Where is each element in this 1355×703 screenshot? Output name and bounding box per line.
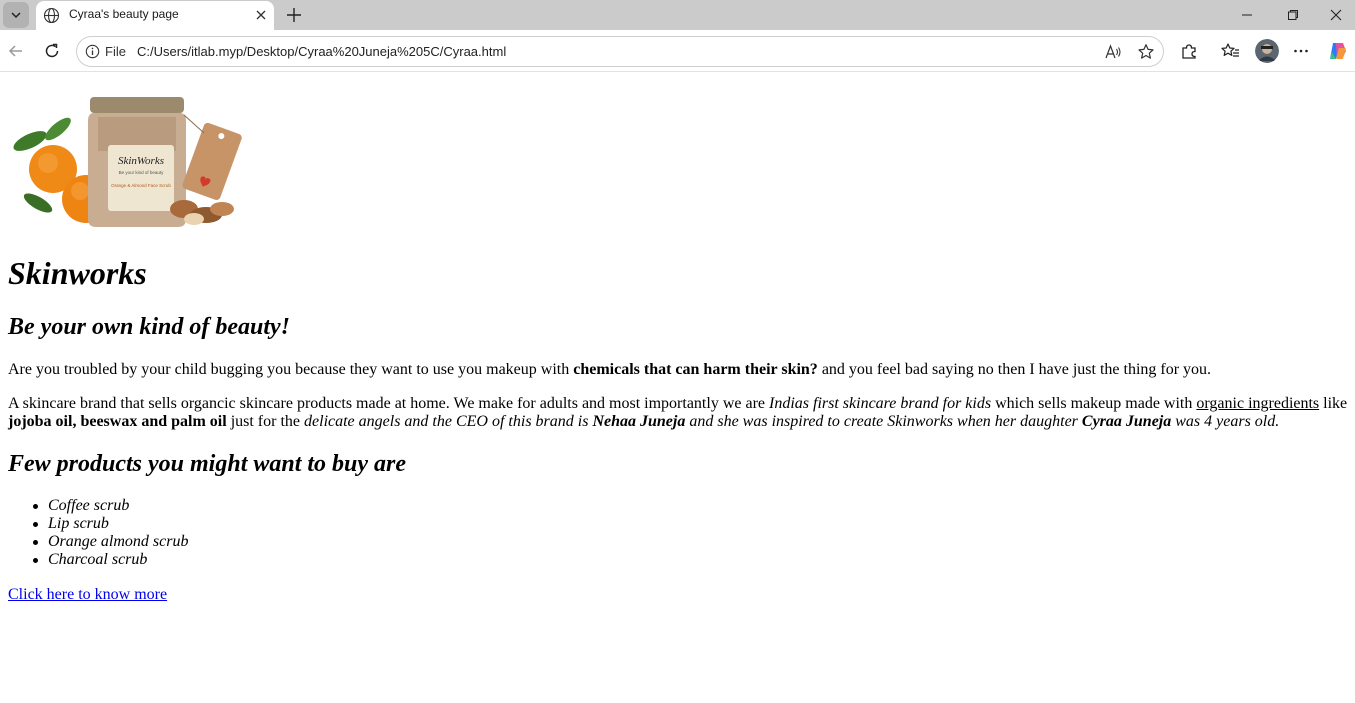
more-menu-button[interactable] [1290, 40, 1312, 62]
intro-paragraph: Are you troubled by your child bugging y… [8, 361, 1353, 379]
back-button[interactable] [5, 40, 27, 62]
favorites-icon [1221, 43, 1239, 57]
about-italic-4: was 4 years old. [1171, 413, 1280, 430]
minimize-icon [1242, 14, 1252, 16]
about-italic-2: delicate angels and the CEO of this bran… [304, 413, 593, 430]
copilot-button[interactable] [1327, 40, 1349, 62]
tab-title: Cyraa's beauty page [69, 7, 179, 21]
about-underline: organic ingredients [1196, 395, 1320, 412]
address-scheme-label: File [105, 44, 126, 59]
about-text-2: which sells makeup made with [991, 395, 1197, 412]
active-tab[interactable]: Cyraa's beauty page [36, 1, 274, 30]
jar-brand-label: SkinWorks [118, 155, 164, 167]
avatar-icon [1255, 39, 1279, 63]
puzzle-icon [1182, 44, 1196, 59]
close-tab-icon[interactable] [253, 7, 269, 23]
chevron-down-icon [11, 12, 21, 19]
about-italic-3: and she was inspired to create Skinworks… [685, 413, 1082, 430]
list-item: Coffee scrub [32, 497, 188, 515]
about-paragraph: A skincare brand that sells organcic ski… [8, 395, 1353, 431]
products-list: Coffee scrub Lip scrub Orange almond scr… [32, 497, 189, 569]
intro-bold-text: chemicals that can harm their skin? [573, 361, 818, 378]
list-item: Orange almond scrub [32, 533, 189, 550]
globe-icon [43, 7, 60, 24]
about-text-3: like [1319, 395, 1348, 412]
list-item: Charcoal scrub [32, 551, 188, 569]
intro-text-1: Are you troubled by your child bugging y… [8, 361, 574, 378]
new-tab-icon[interactable] [284, 5, 304, 25]
about-bold-ingredients: jojoba oil, beeswax and palm oil [8, 413, 227, 430]
page-content: SkinWorks Be your kind of beauty Orange … [0, 73, 1355, 703]
more-dots-icon [1294, 49, 1308, 53]
address-bar[interactable]: File C:/Users/itlab.myp/Desktop/Cyraa%20… [76, 36, 1164, 67]
address-url[interactable]: C:/Users/itlab.myp/Desktop/Cyraa%20Junej… [137, 44, 506, 59]
know-more-link[interactable]: Click here to know more [8, 586, 167, 604]
tagline-heading: Be your own kind of beauty! [8, 314, 291, 340]
profile-avatar[interactable] [1255, 39, 1279, 63]
restore-button[interactable] [1270, 0, 1316, 30]
reload-icon [45, 43, 59, 58]
minimize-button[interactable] [1224, 0, 1270, 30]
about-text-4: just for the [226, 413, 305, 430]
intro-text-2: and you feel bad saying no then I have j… [817, 361, 1212, 378]
favorites-button[interactable] [1219, 40, 1241, 62]
jar-product-label: Orange & Almond Face Scrub [111, 183, 171, 188]
product-image: SkinWorks Be your kind of beauty Orange … [13, 97, 242, 227]
ceo-name: Nehaa Juneja [592, 413, 686, 430]
daughter-name: Cyraa Juneja [1081, 413, 1172, 430]
list-item: Lip scrub [32, 515, 188, 533]
tab-strip: Cyraa's beauty page [0, 0, 1355, 30]
tab-actions-menu-button[interactable] [3, 2, 29, 28]
jar-sub-label: Be your kind of beauty [119, 170, 165, 175]
restore-icon [1288, 10, 1298, 20]
favorite-star-icon[interactable] [1137, 43, 1155, 61]
close-icon [1330, 9, 1341, 21]
reload-button[interactable] [41, 40, 63, 62]
about-italic-1: Indias first skincare brand for kids [769, 395, 992, 412]
read-aloud-icon[interactable] [1104, 43, 1122, 61]
arrow-left-icon [8, 45, 22, 57]
products-heading: Few products you might want to buy are [8, 451, 407, 477]
info-icon[interactable] [85, 44, 100, 59]
page-title: Skinworks [8, 255, 147, 291]
about-text-1: A skincare brand that sells organcic ski… [8, 395, 769, 412]
extensions-button[interactable] [1178, 40, 1200, 62]
close-window-button[interactable] [1316, 0, 1355, 30]
copilot-icon [1330, 43, 1346, 59]
browser-toolbar: File C:/Users/itlab.myp/Desktop/Cyraa%20… [0, 30, 1355, 72]
